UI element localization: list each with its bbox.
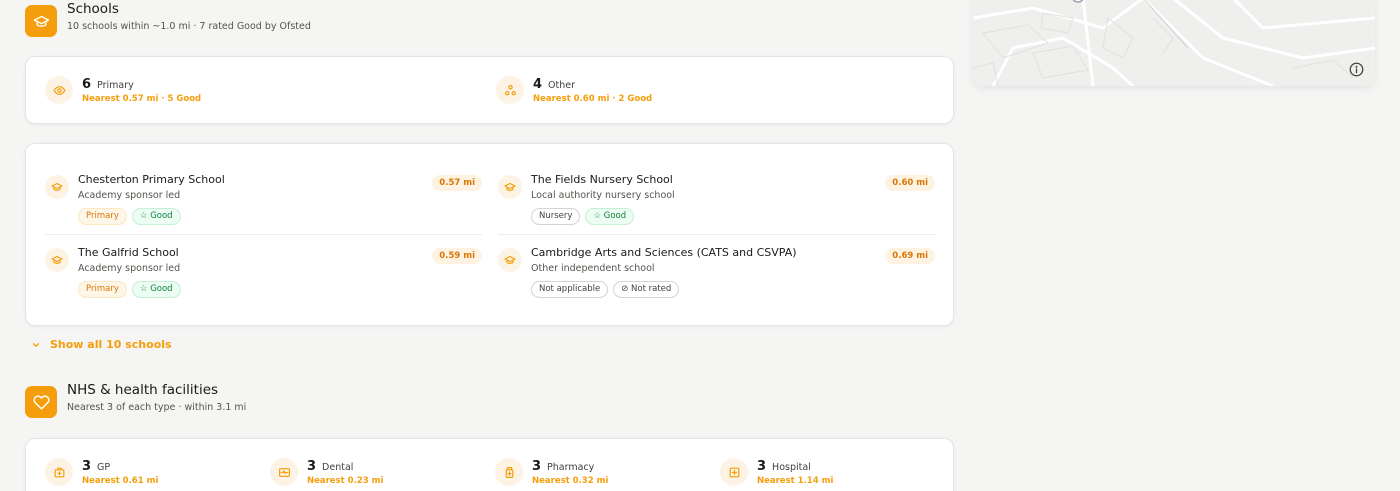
graduation-cap-icon (498, 248, 522, 272)
schools-subtitle: 10 schools within ~1.0 mi · 7 rated Good… (67, 21, 311, 32)
schools-list-card: Chesterton Primary School Academy sponso… (25, 143, 954, 326)
school-item[interactable]: Chesterton Primary School Academy sponso… (45, 173, 482, 225)
school-item[interactable]: The Galfrid School Academy sponsor led P… (45, 246, 482, 298)
heart-icon (25, 386, 57, 418)
school-type: Academy sponsor led (78, 190, 181, 201)
pharmacy-count: 3 (532, 458, 542, 474)
other-label: Other (548, 79, 576, 91)
dental-detail: Nearest 0.23 mi (307, 475, 384, 486)
school-type: Other independent school (531, 263, 655, 274)
row-divider (498, 234, 935, 235)
rating-label: Good (150, 284, 173, 294)
rating-badge: ☆ Good (131, 208, 181, 225)
gp-count: 3 (82, 458, 92, 474)
rating-label: Not rated (631, 284, 672, 294)
info-icon[interactable] (1349, 62, 1364, 77)
phase-badge: Primary (78, 281, 127, 298)
gp-detail: Nearest 0.61 mi (82, 475, 159, 486)
primary-detail: Nearest 0.57 mi · 5 Good (82, 93, 202, 104)
distance-badge: 0.69 mi (885, 248, 935, 264)
rating-label: Good (603, 211, 627, 221)
star-icon: ☆ (139, 284, 148, 294)
graduation-cap-icon (45, 248, 69, 272)
phase-badge: Not applicable (531, 281, 609, 298)
hospital-cross-icon (720, 458, 748, 486)
show-all-schools-button[interactable]: Show all 10 schools (31, 338, 172, 351)
school-name: The Galfrid School (78, 246, 179, 259)
health-title: NHS & health facilities (67, 382, 219, 398)
primary-label: Primary (97, 79, 134, 91)
school-name: Chesterton Primary School (78, 173, 225, 186)
health-subtitle: Nearest 3 of each type · within 3.1 mi (67, 402, 247, 413)
rating-label: Good (150, 211, 173, 221)
distance-badge: 0.57 mi (432, 175, 482, 191)
health-section-header: NHS & health facilities Nearest 3 of eac… (25, 382, 247, 418)
show-all-label: Show all 10 schools (50, 338, 172, 351)
school-item[interactable]: Cambridge Arts and Sciences (CATS and CS… (498, 246, 935, 298)
school-type: Local authority nursery school (531, 190, 675, 201)
graduation-cap-icon (498, 175, 522, 199)
not-rated-icon: ⊘ (621, 284, 629, 294)
rating-badge: ⊘ Not rated (613, 281, 680, 298)
school-item[interactable]: The Fields Nursery School Local authorit… (498, 173, 935, 225)
other-count: 4 (533, 76, 543, 92)
rating-badge: ☆ Good (131, 281, 181, 298)
star-icon: ☆ (139, 211, 148, 221)
hospital-detail: Nearest 1.14 mi (757, 475, 834, 486)
pill-bottle-icon (495, 458, 523, 486)
cluster-icon (496, 76, 524, 104)
dental-summary: 3 Dental Nearest 0.23 mi (270, 458, 383, 486)
dental-count: 3 (307, 458, 317, 474)
medical-bag-icon (45, 458, 73, 486)
chevron-down-icon (32, 342, 40, 347)
hospital-count: 3 (757, 458, 767, 474)
graduation-cap-icon (45, 175, 69, 199)
map-view[interactable] (973, 0, 1375, 86)
graduation-cap-icon (25, 5, 57, 37)
primary-summary: 6 Primary Nearest 0.57 mi · 5 Good (45, 76, 201, 104)
dental-label: Dental (322, 461, 354, 473)
schools-summary-card: 6 Primary Nearest 0.57 mi · 5 Good 4 Oth… (25, 56, 954, 124)
phase-badge: Primary (78, 208, 127, 225)
row-divider (45, 234, 482, 235)
pharmacy-detail: Nearest 0.32 mi (532, 475, 609, 486)
schools-title: Schools (67, 1, 119, 17)
rating-badge: ☆ Good (585, 208, 635, 225)
phase-badge: Nursery (531, 208, 581, 225)
gp-summary: 3 GP Nearest 0.61 mi (45, 458, 158, 486)
school-type: Academy sponsor led (78, 263, 181, 274)
monitor-pulse-icon (270, 458, 298, 486)
map-streets (973, 0, 1375, 86)
star-icon: ☆ (593, 211, 602, 221)
health-summary-card: 3 GP Nearest 0.61 mi 3 Dental Nearest 0.… (25, 438, 954, 491)
primary-count: 6 (82, 76, 92, 92)
eye-icon (45, 76, 73, 104)
gp-label: GP (97, 461, 111, 473)
pharmacy-label: Pharmacy (547, 461, 595, 473)
pharmacy-summary: 3 Pharmacy Nearest 0.32 mi (495, 458, 608, 486)
hospital-label: Hospital (772, 461, 811, 473)
hospital-summary: 3 Hospital Nearest 1.14 mi (720, 458, 833, 486)
distance-badge: 0.60 mi (885, 175, 935, 191)
school-name: Cambridge Arts and Sciences (CATS and CS… (531, 246, 797, 259)
other-summary: 4 Other Nearest 0.60 mi · 2 Good (496, 76, 652, 104)
distance-badge: 0.59 mi (432, 248, 482, 264)
schools-section-header: Schools 10 schools within ~1.0 mi · 7 ra… (25, 1, 311, 37)
school-name: The Fields Nursery School (531, 173, 673, 186)
other-detail: Nearest 0.60 mi · 2 Good (533, 93, 653, 104)
